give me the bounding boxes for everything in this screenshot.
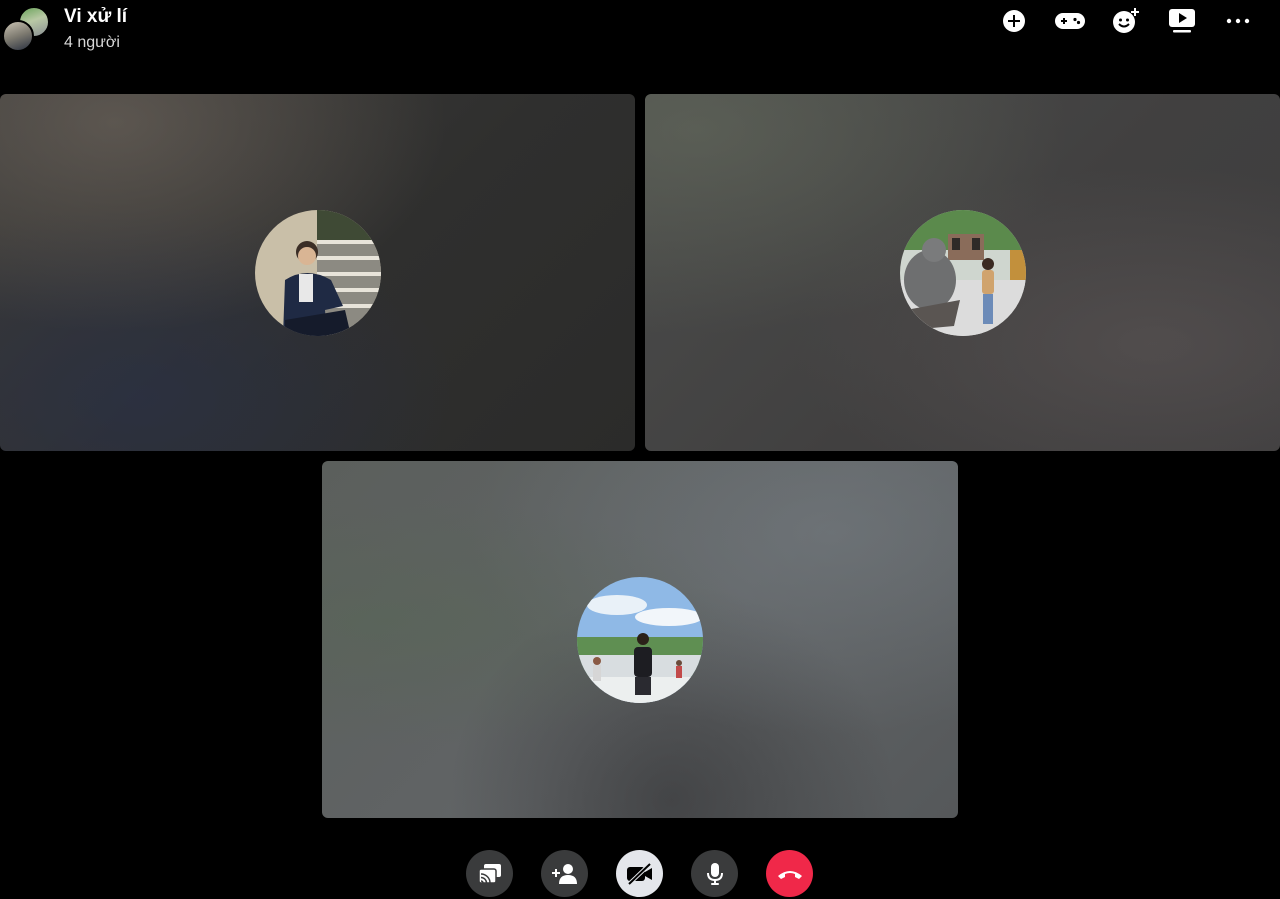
participant-avatar xyxy=(577,576,703,703)
game-controller-icon xyxy=(1055,13,1085,29)
watch-together-button[interactable] xyxy=(1154,6,1210,36)
camera-off-icon xyxy=(626,862,652,885)
add-person-button[interactable] xyxy=(541,850,588,897)
microphone-icon xyxy=(706,862,723,885)
microphone-button[interactable] xyxy=(691,850,738,897)
add-icon xyxy=(1003,10,1025,32)
end-call-icon xyxy=(777,870,802,879)
participant-count: 4 người xyxy=(64,34,120,51)
more-button[interactable] xyxy=(1210,6,1266,36)
share-screen-icon xyxy=(477,863,501,884)
participant-photo xyxy=(254,209,381,336)
group-avatar[interactable] xyxy=(2,6,50,54)
participant-tile-2[interactable] xyxy=(645,94,1280,451)
participant-avatar xyxy=(899,209,1026,336)
effects-icon xyxy=(1113,8,1139,33)
call-controls xyxy=(466,850,813,897)
more-icon xyxy=(1226,18,1250,24)
watch-together-icon xyxy=(1169,9,1195,33)
participant-avatar xyxy=(254,209,381,336)
participant-tile-3[interactable] xyxy=(322,461,958,818)
avatar xyxy=(2,20,34,52)
effects-button[interactable] xyxy=(1098,6,1154,36)
camera-toggle-button[interactable] xyxy=(616,850,663,897)
participant-tile-1[interactable] xyxy=(0,94,635,451)
top-actions xyxy=(986,6,1266,36)
call-header: Vi xử lí 4 người xyxy=(64,6,127,53)
end-call-button[interactable] xyxy=(766,850,813,897)
add-button[interactable] xyxy=(986,6,1042,36)
video-call-window: Vi xử lí 4 người xyxy=(0,0,1280,899)
participant-photo xyxy=(899,209,1026,336)
share-screen-button[interactable] xyxy=(466,850,513,897)
add-person-icon xyxy=(551,863,577,884)
participant-photo xyxy=(577,576,703,703)
call-title: Vi xử lí xyxy=(64,6,128,27)
games-button[interactable] xyxy=(1042,6,1098,36)
